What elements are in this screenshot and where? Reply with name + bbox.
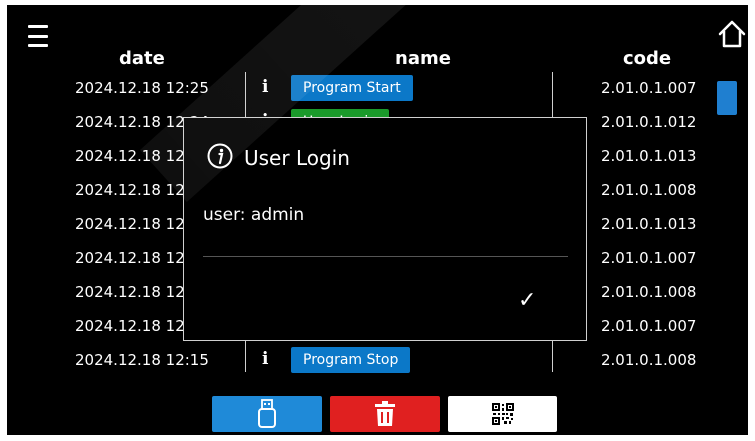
row-date: 2024.12.18 12:15: [75, 351, 209, 369]
usb-export-button[interactable]: [212, 396, 322, 432]
row-code: 2.01.0.1.008: [601, 181, 697, 199]
menu-icon-bar: [28, 25, 48, 28]
info-icon[interactable]: i: [262, 77, 268, 97]
home-icon: [718, 20, 746, 48]
row-date: 2024.12.18 12: [75, 249, 185, 267]
trash-icon: [375, 401, 395, 426]
row-date: 2024.12.18 12: [75, 283, 185, 301]
row-date: 2024.12.18 12: [75, 317, 185, 335]
info-icon[interactable]: i: [262, 349, 268, 369]
row-date: 2024.12.18 12: [75, 147, 185, 165]
row-code: 2.01.0.1.013: [601, 147, 697, 165]
row-code: 2.01.0.1.007: [601, 79, 697, 97]
row-code: 2.01.0.1.008: [601, 351, 697, 369]
event-name-tag: Program Start: [291, 75, 413, 101]
row-date: 2024.12.18 12:25: [75, 79, 209, 97]
column-header-date: date: [119, 48, 165, 69]
table-row[interactable]: 2024.12.18 12:25 i Program Start 2.01.0.1.0…: [7, 73, 748, 107]
menu-icon-bar: [28, 34, 48, 38]
row-code: 2.01.0.1.012: [601, 113, 697, 131]
confirm-button[interactable]: ✓: [518, 288, 536, 313]
menu-button[interactable]: [28, 25, 48, 47]
home-button[interactable]: [717, 19, 747, 53]
qr-code-button[interactable]: [448, 396, 557, 432]
info-icon: [207, 143, 233, 169]
usb-icon: [258, 399, 276, 428]
row-code: 2.01.0.1.007: [601, 249, 697, 267]
row-code: 2.01.0.1.007: [601, 317, 697, 335]
row-code: 2.01.0.1.008: [601, 283, 697, 301]
scrollbar-thumb[interactable]: [717, 81, 737, 115]
event-name-tag: Program Stop: [291, 347, 411, 373]
menu-icon-bar: [28, 44, 48, 47]
event-log-screen: date name code 2024.12.18 12:25 i Program …: [7, 5, 748, 435]
dialog-user-text: user: admin: [203, 205, 305, 225]
table-row[interactable]: 2024.12.18 12:15 i Program Stop 2.01.0.1.00…: [7, 345, 748, 379]
qr-code-icon: [491, 403, 514, 425]
dialog-divider: [203, 256, 568, 257]
dialog-title: User Login: [244, 146, 350, 170]
delete-button[interactable]: [330, 396, 440, 432]
column-header-code: code: [623, 48, 672, 69]
row-date: 2024.12.18 12: [75, 215, 185, 233]
row-code: 2.01.0.1.013: [601, 215, 697, 233]
row-date: 2024.12.18 12: [75, 181, 185, 199]
column-header-name: name: [395, 48, 451, 69]
user-login-dialog: User Login user: admin ✓: [183, 117, 587, 341]
